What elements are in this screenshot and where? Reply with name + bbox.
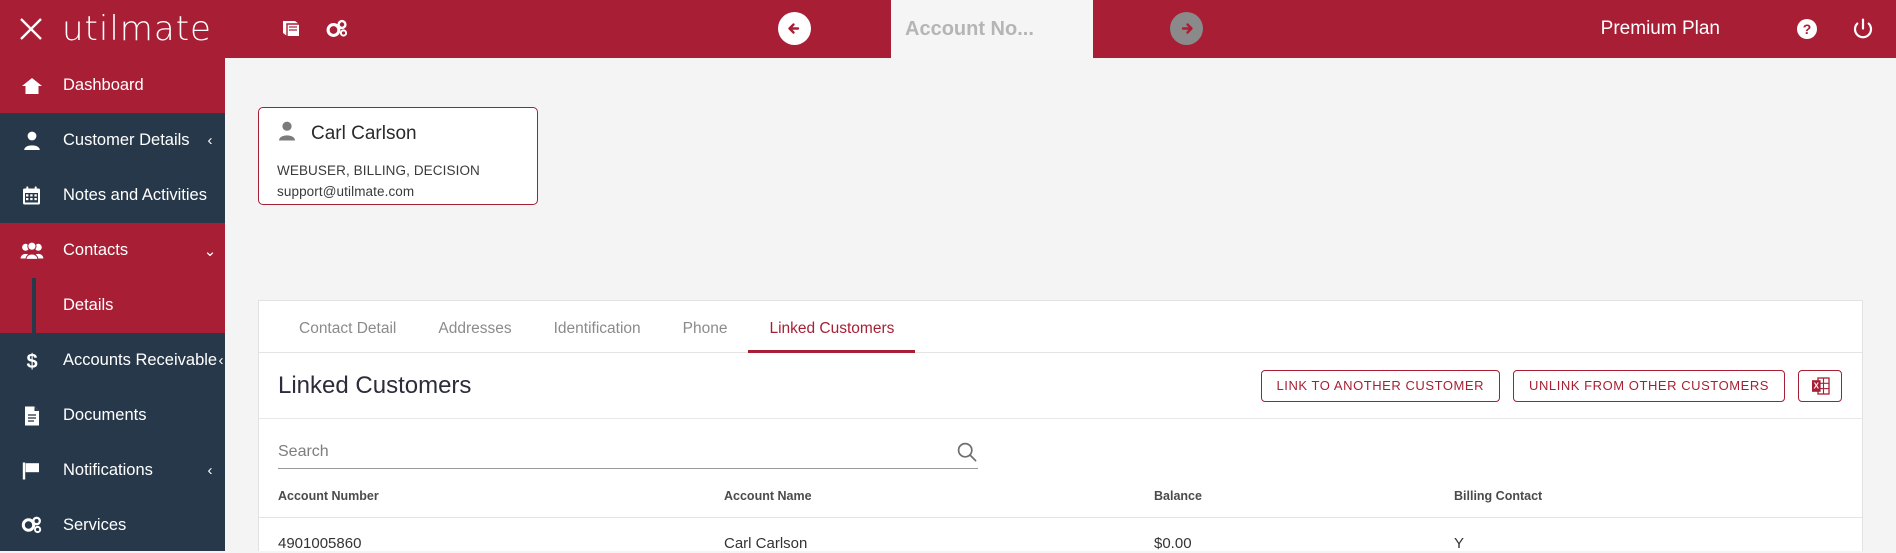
sidebar-label-details: Details	[63, 296, 114, 314]
sidebar-subitem-details[interactable]: Details	[0, 278, 225, 333]
arrow-right-circle-icon	[1181, 23, 1193, 34]
tab-bar: Contact Detail Addresses Identification …	[259, 301, 1862, 353]
back-circle	[778, 12, 811, 45]
chevron-down-icon[interactable]: ⌄	[195, 242, 225, 260]
sidebar-label-services: Services	[63, 516, 127, 534]
customer-email: support@utilmate.com	[277, 184, 415, 199]
forward-circle	[1170, 12, 1203, 45]
customer-card-header: Carl Carlson	[277, 120, 519, 147]
sidebar-label-notes-and-activities: Notes and Activities	[63, 186, 207, 204]
sidebar-label-contacts: Contacts	[63, 241, 129, 259]
table-row[interactable]: 4901005860 Carl Carlson $0.00 Y	[259, 517, 1862, 551]
customer-summary-card: Carl Carlson WEBUSER, BILLING, DECISION …	[258, 107, 538, 205]
sidebar-label-documents: Documents	[63, 406, 147, 424]
column-header-account-name[interactable]: Account Name	[724, 483, 1154, 518]
dollar-icon: $	[0, 350, 63, 372]
panel-header: Linked Customers LINK TO ANOTHER CUSTOME…	[259, 353, 1862, 419]
close-x-icon	[20, 18, 42, 40]
sidebar-item-notes-and-activities[interactable]: Notes and Activities	[0, 168, 225, 223]
sidebar-item-services[interactable]: Services	[0, 498, 225, 553]
cell-balance: $0.00	[1154, 517, 1454, 551]
gears-icon	[0, 515, 63, 537]
help-button[interactable]: ?	[1796, 18, 1818, 40]
sidebar-item-customer-details[interactable]: Customer Details ‹	[0, 113, 225, 168]
tab-linked-customers[interactable]: Linked Customers	[748, 320, 916, 353]
table-header-row: Account Number Account Name Balance Bill…	[259, 483, 1862, 518]
chevron-left-icon[interactable]: ‹	[217, 352, 225, 369]
sidebar-label-customer-details: Customer Details	[63, 131, 190, 149]
export-to-excel-button[interactable]: X	[1798, 369, 1842, 402]
arrow-left-circle-icon	[788, 23, 800, 34]
book-icon	[282, 21, 299, 36]
linked-customers-table: Account Number Account Name Balance Bill…	[259, 483, 1862, 551]
sidebar-label-notifications: Notifications	[63, 461, 153, 479]
svg-text:X: X	[1813, 381, 1819, 390]
chevron-left-icon[interactable]: ‹	[195, 462, 225, 479]
cell-billing-contact: Y	[1454, 517, 1862, 551]
chevron-left-icon[interactable]: ‹	[195, 132, 225, 149]
power-button[interactable]	[1852, 18, 1874, 41]
nav-forward-button[interactable]	[1170, 12, 1203, 45]
active-indicator-bar	[32, 278, 36, 333]
sidebar-nav: Dashboard Customer Details ‹ Notes and A…	[0, 58, 225, 551]
book-button[interactable]	[268, 18, 314, 40]
table-head: Account Number Account Name Balance Bill…	[259, 483, 1862, 518]
account-search-input[interactable]	[905, 17, 1173, 41]
magnifier-icon[interactable]	[956, 441, 978, 463]
tab-phone[interactable]: Phone	[662, 320, 749, 352]
question-circle-icon: ?	[1797, 19, 1817, 39]
column-header-balance[interactable]: Balance	[1154, 483, 1454, 518]
tab-identification[interactable]: Identification	[533, 320, 662, 352]
svg-text:$: $	[26, 351, 37, 372]
excel-export-icon: X	[1811, 376, 1830, 395]
nav-back-button[interactable]	[778, 12, 811, 45]
settings-button[interactable]	[314, 18, 360, 40]
sidebar-label-dashboard: Dashboard	[63, 76, 144, 94]
sidebar-item-dashboard[interactable]: Dashboard	[0, 58, 225, 113]
customer-name: Carl Carlson	[311, 122, 417, 144]
sidebar-item-notifications[interactable]: Notifications ‹	[0, 443, 225, 498]
plan-label: Premium Plan	[1600, 18, 1720, 39]
unlink-from-other-customers-button[interactable]: UNLINK FROM OTHER CUSTOMERS	[1513, 369, 1785, 402]
main-content-area: Carl Carlson WEBUSER, BILLING, DECISION …	[225, 58, 1896, 551]
document-icon	[0, 405, 63, 427]
home-icon	[0, 76, 63, 96]
column-header-account-number[interactable]: Account Number	[259, 483, 724, 518]
power-icon	[1853, 18, 1873, 38]
users-icon	[0, 241, 63, 261]
linked-customers-panel: Contact Detail Addresses Identification …	[258, 300, 1863, 551]
link-to-another-customer-button[interactable]: LINK TO ANOTHER CUSTOMER	[1260, 369, 1501, 402]
top-right-group: Premium Plan ?	[1601, 0, 1896, 58]
brand-logo: utilmate	[62, 9, 212, 49]
calendar-icon	[0, 185, 63, 206]
sidebar-item-documents[interactable]: Documents	[0, 388, 225, 443]
tab-addresses[interactable]: Addresses	[417, 320, 532, 352]
svg-text:?: ?	[1803, 21, 1812, 37]
page-title: Linked Customers	[278, 371, 472, 399]
sidebar-item-contacts[interactable]: Contacts ⌄	[0, 223, 225, 278]
close-button[interactable]	[0, 16, 62, 42]
cell-account-number: 4901005860	[259, 517, 724, 551]
top-header-bar: utilmate Account No... Premium Plan ?	[0, 0, 1896, 58]
table-search-row	[259, 419, 1862, 469]
table-search-input[interactable]	[278, 443, 956, 461]
account-search-box[interactable]	[891, 0, 1173, 58]
table-search-box[interactable]	[278, 436, 978, 469]
gears-icon	[326, 19, 348, 37]
flag-icon	[0, 460, 63, 481]
sidebar-label-accounts-receivable: Accounts Receivable	[63, 351, 218, 369]
tab-contact-detail[interactable]: Contact Detail	[278, 320, 417, 352]
cell-account-name: Carl Carlson	[724, 517, 1154, 551]
user-icon	[0, 130, 63, 151]
column-header-billing-contact[interactable]: Billing Contact	[1454, 483, 1862, 518]
customer-roles: WEBUSER, BILLING, DECISION	[277, 163, 480, 178]
table-body: 4901005860 Carl Carlson $0.00 Y	[259, 517, 1862, 551]
user-avatar-icon	[277, 120, 297, 147]
sidebar-item-accounts-receivable[interactable]: $ Accounts Receivable ‹	[0, 333, 225, 388]
